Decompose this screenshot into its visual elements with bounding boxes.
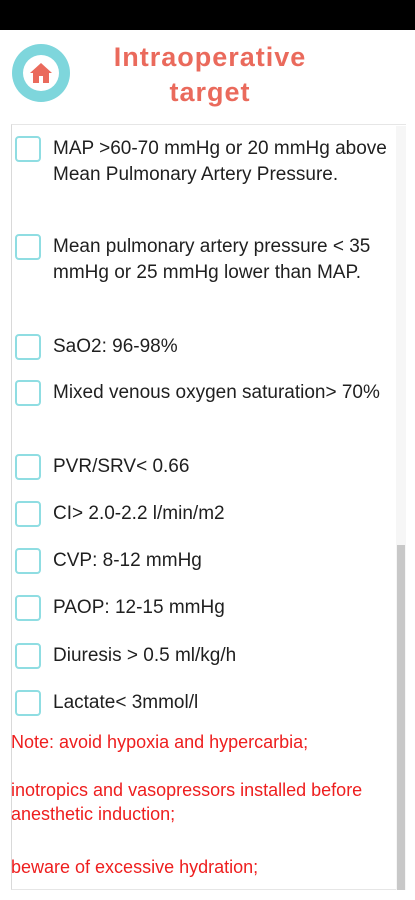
checkbox[interactable]	[15, 234, 41, 260]
checklist-item-label: MAP >60-70 mmHg or 20 mmHg above Mean Pu…	[53, 138, 387, 185]
checklist-item-label: PVR/SRV< 0.66	[53, 456, 190, 477]
note-hypoxia: Note: avoid hypoxia and hypercarbia;	[11, 732, 309, 752]
checkbox[interactable]	[15, 643, 41, 669]
header: Intraoperative target	[0, 30, 415, 120]
home-icon	[30, 63, 52, 83]
checklist-item-label: CI> 2.0-2.2 l/min/m2	[53, 503, 225, 524]
checkbox[interactable]	[15, 595, 41, 621]
checklist-item-label: Lactate< 3mmol/l	[53, 692, 199, 713]
checklist-item-cvp[interactable]: CVP: 8-12 mmHg	[15, 548, 395, 574]
home-button[interactable]	[12, 44, 70, 102]
checklist-item-map[interactable]: MAP >60-70 mmHg or 20 mmHg above Mean Pu…	[15, 136, 395, 188]
checklist-item-label: PAOP: 12-15 mmHg	[53, 597, 225, 618]
checklist-item-svo2[interactable]: Mixed venous oxygen saturation> 70%	[15, 380, 395, 406]
checkbox[interactable]	[15, 136, 41, 162]
checklist-item-label: Mixed venous oxygen saturation> 70%	[53, 382, 380, 403]
checklist-item-lactate[interactable]: Lactate< 3mmol/l	[15, 690, 395, 716]
checklist-item-label: Diuresis > 0.5 ml/kg/h	[53, 645, 237, 666]
checkbox[interactable]	[15, 380, 41, 406]
checklist-item-diuresis[interactable]: Diuresis > 0.5 ml/kg/h	[15, 643, 395, 669]
page-title: Intraoperative target	[113, 42, 307, 107]
checklist-item-label: SaO2: 96-98%	[53, 336, 178, 357]
status-bar	[0, 0, 415, 30]
checklist-item-ci[interactable]: CI> 2.0-2.2 l/min/m2	[15, 501, 395, 527]
scrollbar-thumb[interactable]	[397, 545, 405, 890]
checkbox[interactable]	[15, 454, 41, 480]
note-hydration: beware of excessive hydration;	[11, 857, 259, 877]
home-icon-badge	[23, 55, 59, 91]
checkbox[interactable]	[15, 548, 41, 574]
checklist-item-label: CVP: 8-12 mmHg	[53, 550, 202, 571]
checklist-item-label: Mean pulmonary artery pressure < 35 mmHg…	[53, 236, 371, 283]
note-inotropics: inotropics and vasopressors installed be…	[11, 780, 363, 824]
checkbox[interactable]	[15, 334, 41, 360]
checklist-item-sao2[interactable]: SaO2: 96-98%	[15, 334, 395, 360]
checkbox[interactable]	[15, 690, 41, 716]
checklist-item-paop[interactable]: PAOP: 12-15 mmHg	[15, 595, 395, 621]
checklist-item-mpap[interactable]: Mean pulmonary artery pressure < 35 mmHg…	[15, 234, 395, 286]
checklist-item-pvr-srv[interactable]: PVR/SRV< 0.66	[15, 454, 395, 480]
checkbox[interactable]	[15, 501, 41, 527]
